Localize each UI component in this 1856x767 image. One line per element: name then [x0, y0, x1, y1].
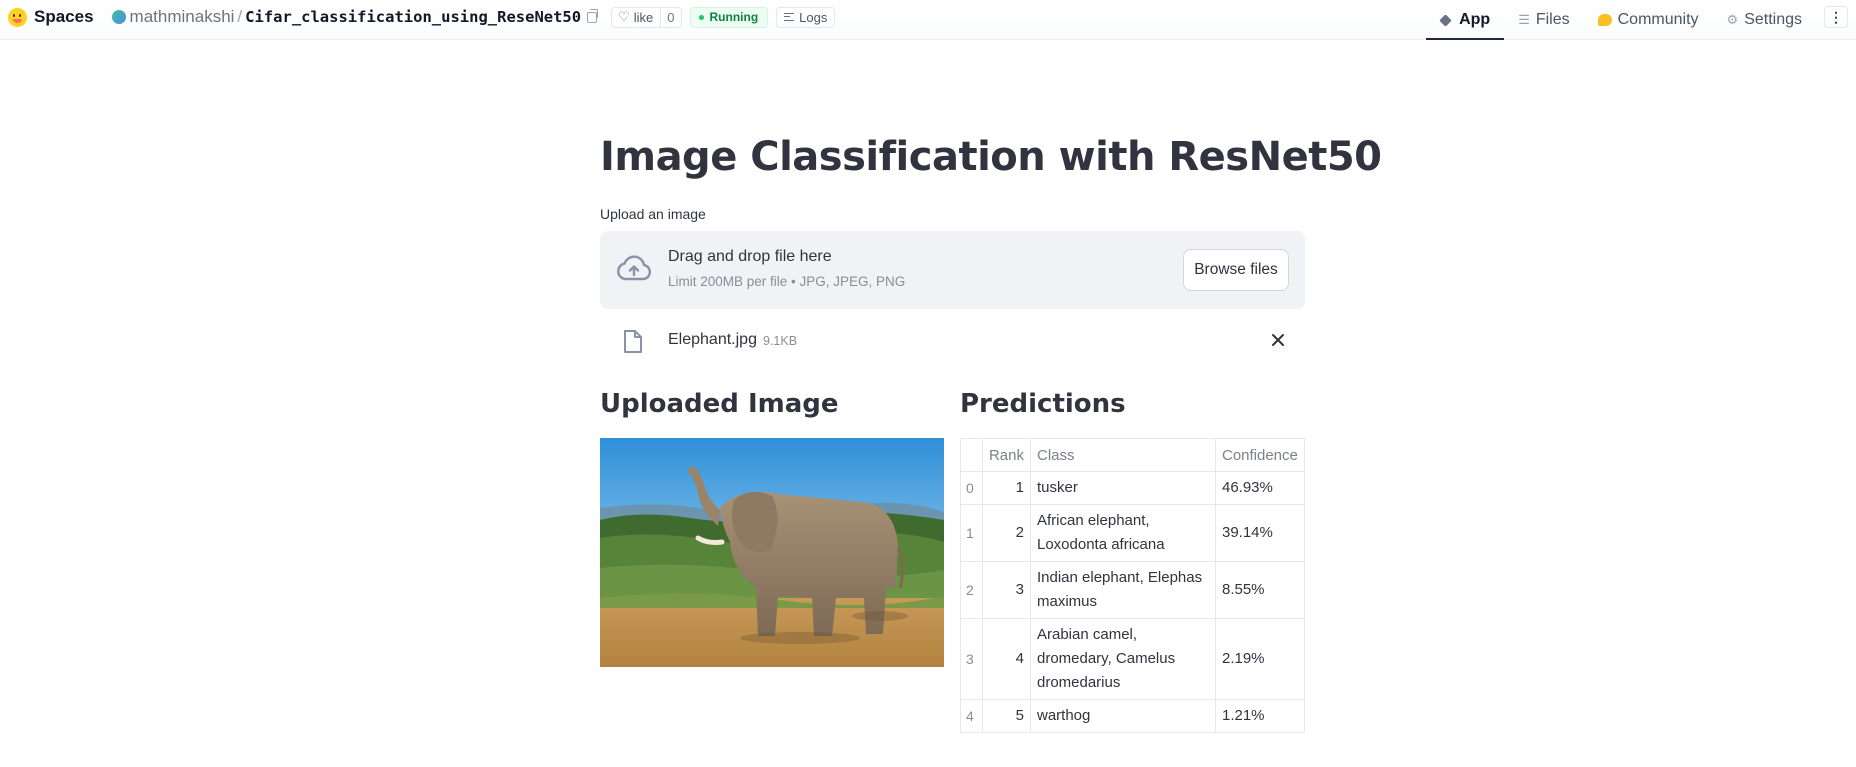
page-title: Image Classification with ResNet50	[600, 134, 1382, 180]
gear-icon: ⚙	[1726, 12, 1739, 27]
logs-label: Logs	[799, 9, 828, 25]
cloud-upload-icon	[617, 255, 652, 281]
status-label: Running	[709, 10, 759, 24]
rank-cell[interactable]: 5	[981, 699, 1031, 733]
hugging-face-logo-icon[interactable]	[8, 7, 27, 27]
row-index: 1	[960, 504, 983, 562]
table-header-row: Rank Class Confidence	[960, 438, 1306, 472]
class-cell[interactable]: tusker	[1029, 471, 1216, 505]
file-size: 9.1KB	[763, 334, 798, 348]
class-cell[interactable]: African elephant, Loxodonta africana	[1029, 504, 1216, 562]
rank-cell[interactable]: 4	[981, 618, 1031, 700]
tab-app[interactable]: App	[1426, 0, 1505, 40]
column-header-class[interactable]: Class	[1029, 438, 1216, 472]
top-navigation-bar: Spaces mathminakshi / Cifar_classificati…	[0, 0, 1856, 40]
like-count[interactable]: 0	[660, 7, 680, 27]
status-badge[interactable]: Running	[689, 6, 769, 28]
confidence-cell[interactable]: 2.19%	[1214, 618, 1306, 700]
tab-settings[interactable]: ⚙ Settings	[1713, 0, 1816, 40]
like-label: like	[633, 9, 654, 25]
tab-settings-label: Settings	[1744, 11, 1802, 28]
tab-files[interactable]: ☰ Files	[1504, 0, 1583, 40]
heart-icon: ♡	[618, 9, 630, 24]
predictions-table[interactable]: Rank Class Confidence 0 1 tusker 46.93% …	[960, 438, 1306, 733]
logs-button[interactable]: Logs	[776, 6, 836, 28]
column-header-index[interactable]	[960, 438, 983, 472]
owner-link[interactable]: mathminakshi	[130, 7, 235, 27]
spaces-link[interactable]: Spaces	[34, 7, 94, 27]
uploaded-file-row: Elephant.jpg 9.1KB	[600, 320, 1305, 362]
table-row: 4 5 warthog 1.21%	[960, 699, 1306, 733]
class-cell[interactable]: Arabian camel, dromedary, Camelus dromed…	[1029, 618, 1216, 700]
like-button[interactable]: ♡ like 0	[611, 6, 682, 28]
table-row: 3 4 Arabian camel, dromedary, Camelus dr…	[960, 618, 1306, 700]
row-index: 3	[960, 618, 983, 700]
class-cell[interactable]: warthog	[1029, 699, 1216, 733]
uploaded-image-heading: Uploaded Image	[600, 389, 839, 419]
rank-cell[interactable]: 2	[981, 504, 1031, 562]
dropzone-limits: Limit 200MB per file • JPG, JPEG, PNG	[668, 274, 906, 289]
file-icon	[624, 330, 642, 353]
logs-icon	[784, 13, 795, 21]
rank-cell[interactable]: 1	[981, 471, 1031, 505]
space-header: Spaces mathminakshi / Cifar_classificati…	[8, 0, 836, 34]
confidence-cell[interactable]: 39.14%	[1214, 504, 1306, 562]
tab-app-label: App	[1459, 11, 1491, 28]
row-index: 0	[960, 471, 983, 505]
tab-community-label: Community	[1617, 11, 1699, 28]
confidence-cell[interactable]: 1.21%	[1214, 699, 1306, 733]
space-tabs: App ☰ Files Community ⚙ Settings ⋮	[1426, 0, 1856, 40]
uploaded-image	[600, 438, 944, 667]
column-header-confidence[interactable]: Confidence	[1214, 438, 1306, 472]
owner-avatar	[111, 10, 126, 24]
more-options-button[interactable]: ⋮	[1824, 6, 1848, 28]
column-header-rank[interactable]: Rank	[981, 438, 1031, 472]
table-row: 0 1 tusker 46.93%	[960, 471, 1306, 505]
space-name-link[interactable]: Cifar_classification_using_ReseNet50	[245, 8, 581, 26]
table-row: 2 3 Indian elephant, Elephas maximus 8.5…	[960, 561, 1306, 619]
file-name: Elephant.jpg	[668, 331, 757, 348]
browse-files-button[interactable]: Browse files	[1183, 249, 1289, 291]
app-icon	[1439, 13, 1452, 27]
table-row: 1 2 African elephant, Loxodonta africana…	[960, 504, 1306, 562]
files-icon: ☰	[1518, 12, 1530, 27]
predictions-heading: Predictions	[960, 389, 1126, 419]
tab-community[interactable]: Community	[1584, 0, 1713, 40]
confidence-cell[interactable]: 8.55%	[1214, 561, 1306, 619]
file-dropzone[interactable]: Drag and drop file here Limit 200MB per …	[600, 231, 1305, 309]
status-dot-icon	[698, 14, 704, 20]
close-icon[interactable]	[1270, 332, 1286, 348]
class-cell[interactable]: Indian elephant, Elephas maximus	[1029, 561, 1216, 619]
tab-files-label: Files	[1535, 11, 1570, 28]
dropzone-title: Drag and drop file here	[668, 248, 832, 265]
upload-label: Upload an image	[600, 206, 706, 222]
breadcrumb-separator: /	[237, 7, 243, 26]
copy-icon[interactable]	[587, 8, 599, 23]
row-index: 2	[960, 561, 983, 619]
rank-cell[interactable]: 3	[981, 561, 1031, 619]
row-index: 4	[960, 699, 983, 733]
confidence-cell[interactable]: 46.93%	[1214, 471, 1306, 505]
community-icon	[1597, 14, 1612, 26]
like-button-main[interactable]: ♡ like	[612, 8, 660, 27]
